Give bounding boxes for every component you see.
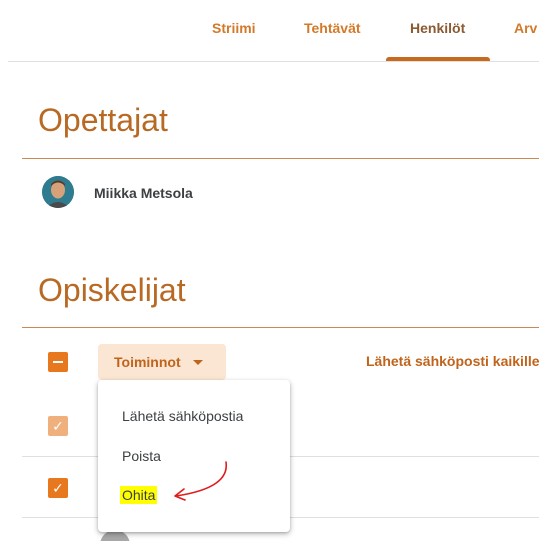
actions-dropdown-button[interactable]: Toiminnot: [98, 344, 226, 380]
teachers-divider: [22, 158, 539, 159]
caret-down-icon: [192, 359, 203, 365]
students-divider: [22, 327, 539, 328]
tab-stream[interactable]: Striimi: [212, 20, 256, 36]
menu-item-send-email[interactable]: Lähetä sähköpostia: [122, 408, 243, 424]
select-all-checkbox[interactable]: [48, 352, 68, 372]
tab-people[interactable]: Henkilöt: [410, 20, 465, 36]
student-row-checkbox[interactable]: ✓: [48, 416, 68, 436]
tab-classwork[interactable]: Tehtävät: [304, 20, 361, 36]
teachers-heading: Opettajat: [38, 102, 168, 138]
student-row-checkbox[interactable]: ✓: [48, 478, 68, 498]
teacher-avatar: [42, 176, 74, 208]
tab-grades[interactable]: Arv: [514, 20, 537, 36]
checkmark-icon: ✓: [52, 418, 64, 434]
teacher-name: Miikka Metsola: [94, 185, 193, 201]
person-avatar-icon: [42, 176, 74, 208]
students-heading: Opiskelijat: [38, 272, 186, 308]
checkmark-icon: ✓: [52, 480, 64, 496]
actions-button-label: Toiminnot: [114, 354, 181, 370]
top-tab-bar: Striimi Tehtävät Henkilöt Arv: [0, 0, 539, 62]
menu-item-remove[interactable]: Poista: [122, 448, 161, 464]
red-arrow-annotation-icon: [174, 461, 227, 501]
menu-item-mute[interactable]: Ohita: [120, 486, 158, 504]
tab-bar-divider: [8, 61, 539, 62]
actions-menu: Lähetä sähköpostia Poista Ohita: [98, 380, 290, 532]
email-all-link[interactable]: Lähetä sähköposti kaikille: [366, 353, 539, 369]
